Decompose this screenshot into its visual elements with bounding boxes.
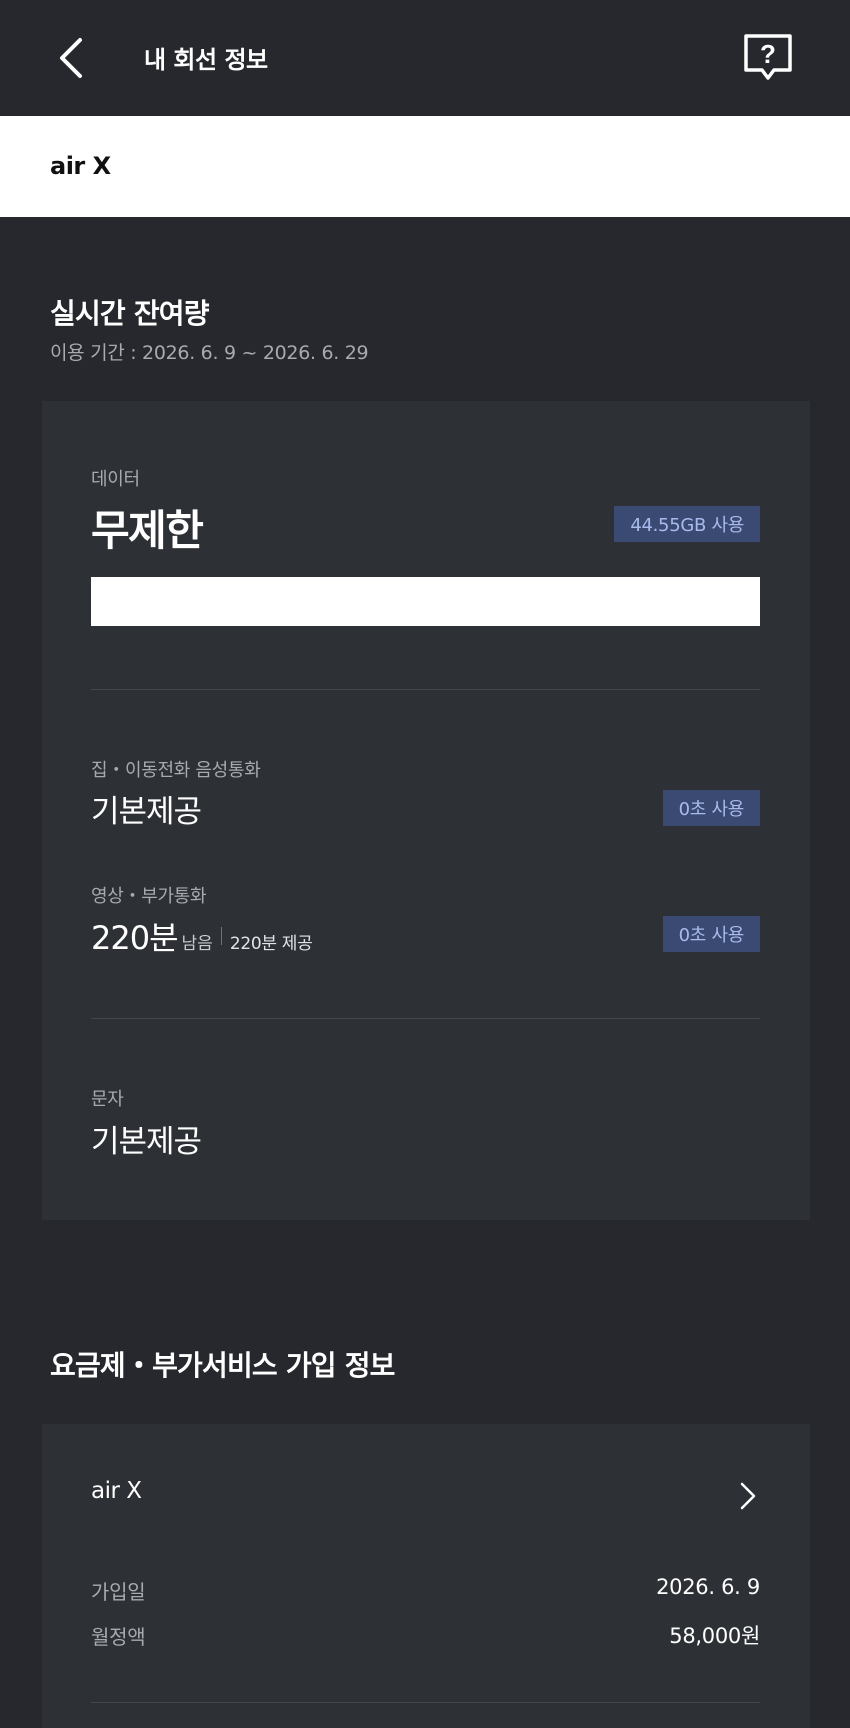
svg-text:?: ? [760, 39, 776, 69]
plan-card[interactable]: air X 가입일 2026. 6. 9 월정액 58,000원 [42, 1424, 810, 1728]
divider [91, 1018, 760, 1019]
help-button[interactable]: ? [740, 32, 796, 84]
join-date-label: 가입일 [91, 1580, 146, 1604]
page: 내 회선 정보 ? air X 실시간 잔여량 이용 기간 : 2026. 6.… [0, 0, 850, 1728]
divider [91, 1702, 760, 1703]
video-used-badge: 0초 사용 [662, 916, 760, 952]
video-remaining-suffix: 남음 [181, 934, 213, 954]
data-label: 데이터 [91, 469, 140, 490]
plan-detail-button[interactable] [730, 1476, 766, 1516]
data-used-badge: 44.55GB 사용 [614, 506, 760, 542]
chevron-left-icon [60, 38, 82, 78]
usage-card: 데이터 무제한 44.55GB 사용 집・이동전화 음성통화 기본제공 0초 사… [42, 401, 810, 1220]
app-header: 내 회선 정보 ? [0, 0, 850, 116]
video-label: 영상・부가통화 [91, 886, 207, 907]
join-date-value: 2026. 6. 9 [656, 1575, 760, 1599]
data-usage-bar [91, 577, 760, 626]
plan-card-name: air X [91, 1478, 142, 1504]
usage-period: 이용 기간 : 2026. 6. 9 ~ 2026. 6. 29 [50, 342, 369, 364]
data-value: 무제한 [91, 506, 204, 555]
question-bubble-icon: ? [744, 34, 792, 80]
monthly-fee-label: 월정액 [91, 1625, 146, 1649]
voice-label: 집・이동전화 음성통화 [91, 760, 261, 781]
realtime-title: 실시간 잔여량 [50, 297, 210, 330]
subscription-title: 요금제・부가서비스 가입 정보 [50, 1349, 395, 1382]
video-remaining: 220분 [91, 919, 179, 957]
separator [220, 927, 222, 945]
monthly-fee-value: 58,000원 [669, 1624, 760, 1648]
back-button[interactable] [48, 30, 92, 86]
video-provided: 220분 제공 [229, 934, 313, 954]
voice-used-badge: 0초 사용 [662, 790, 760, 826]
plan-bar: air X [0, 116, 850, 217]
sms-label: 문자 [91, 1089, 124, 1110]
voice-value: 기본제공 [91, 794, 202, 830]
sms-value: 기본제공 [91, 1124, 202, 1160]
page-title: 내 회선 정보 [144, 46, 268, 74]
video-remaining-row: 220분 남음 220분 제공 [91, 913, 313, 959]
plan-name: air X [50, 152, 111, 180]
chevron-right-icon [740, 1482, 756, 1510]
divider [91, 689, 760, 690]
